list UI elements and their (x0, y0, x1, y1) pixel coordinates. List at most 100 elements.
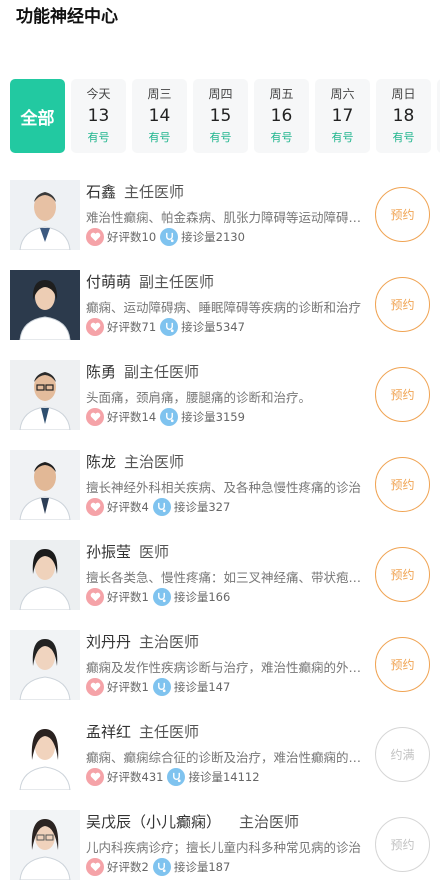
date-filter: 全部 今天 13 有号 周三 14 有号 周四 15 有号 周五 16 有号 周… (10, 79, 440, 154)
availability-label: 有号 (148, 131, 171, 144)
doctor-stats: 好评数1 接诊量166 (86, 588, 230, 606)
doctor-avatar (10, 720, 80, 790)
doctor-avatar (10, 450, 80, 520)
review-count: 好评数431 (107, 770, 164, 784)
doctor-specialty: 头面痛，颈肩痛，腰腿痛的诊断和治疗。 (86, 390, 312, 405)
doctor-row[interactable]: 陈龙 主治医师 擅长神经外科相关疾病、及各种急慢性疼痛的诊治 好评数4 接诊量32… (0, 440, 440, 530)
full-button[interactable]: 约满 (375, 727, 430, 782)
doctor-stats: 好评数4 接诊量327 (86, 498, 230, 516)
weekday-label: 周日 (391, 87, 416, 101)
weekday-label: 周三 (147, 87, 172, 101)
visit-count: 接诊量2130 (181, 230, 245, 244)
doctor-avatar (10, 630, 80, 700)
doctor-row[interactable]: 付萌萌 副主任医师 癫痫、运动障碍病、睡眠障碍等疾病的诊断和治疗 好评数71 接诊… (0, 260, 440, 350)
doctor-name: 石鑫 (86, 183, 117, 201)
book-button[interactable]: 预约 (375, 277, 430, 332)
weekday-label: 周六 (330, 87, 355, 101)
heart-icon (86, 858, 104, 876)
doctor-title: 主治医师 (139, 633, 200, 651)
doctor-title: 副主任医师 (124, 363, 200, 381)
date-tab-1[interactable]: 周三 14 有号 (132, 79, 187, 153)
book-button[interactable]: 预约 (375, 367, 430, 422)
availability-label: 有号 (392, 131, 415, 144)
date-number: 14 (148, 106, 171, 126)
review-count: 好评数71 (107, 320, 157, 334)
visit-count: 接诊量14112 (188, 770, 260, 784)
date-tab-all[interactable]: 全部 (10, 79, 65, 153)
stethoscope-icon (152, 498, 171, 516)
doctor-title: 医师 (139, 543, 170, 561)
book-button[interactable]: 预约 (375, 187, 430, 242)
doctor-avatar (10, 360, 80, 430)
book-button[interactable]: 预约 (375, 817, 430, 872)
doctor-name: 孙振莹 (86, 543, 132, 561)
doctor-name: 陈龙 (86, 453, 117, 471)
visit-count: 接诊量166 (173, 590, 231, 604)
doctor-avatar (10, 540, 80, 610)
review-count: 好评数10 (107, 230, 157, 244)
doctor-row[interactable]: 刘丹丹 主治医师 癫痫及发作性疾病诊断与治疗，难治性癫痫的外科治疗 好评数1 接诊… (0, 620, 440, 710)
doctor-name: 刘丹丹 (86, 633, 132, 651)
weekday-label: 今天 (86, 87, 111, 101)
doctor-title: 主任医师 (124, 183, 185, 201)
doctor-title: 副主任医师 (139, 273, 215, 291)
doctor-row[interactable]: 孟祥红 主任医师 癫痫、癫痫综合征的诊断及治疗，难治性癫痫的治疗 好评数431 接… (0, 710, 440, 800)
date-number: 17 (331, 106, 354, 126)
doctor-row[interactable]: 陈勇 副主任医师 头面痛，颈肩痛，腰腿痛的诊断和治疗。 好评数14 接诊量3159… (0, 350, 440, 440)
visit-count: 接诊量327 (173, 500, 231, 514)
heart-icon (86, 678, 104, 696)
book-button[interactable]: 预约 (375, 457, 430, 512)
doctor-specialty: 癫痫、癫痫综合征的诊断及治疗，难治性癫痫的治疗 (86, 750, 362, 765)
stethoscope-icon (160, 318, 179, 336)
date-tab-3[interactable]: 周五 16 有号 (254, 79, 309, 153)
page-title: 功能神经中心 (16, 7, 118, 27)
doctor-specialty: 擅长神经外科相关疾病、及各种急慢性疼痛的诊治 (86, 480, 362, 495)
doctor-list: 石鑫 主任医师 难治性癫痫、帕金森病、肌张力障碍等运动障碍疾病 好评数10 接诊量… (0, 170, 440, 890)
doctor-title: 主治医师 (124, 453, 185, 471)
review-count: 好评数14 (107, 410, 157, 424)
doctor-stats: 好评数14 接诊量3159 (86, 408, 245, 426)
availability-label: 有号 (331, 131, 354, 144)
review-count: 好评数1 (107, 680, 149, 694)
doctor-title: 主治医师 (239, 813, 300, 831)
doctor-row[interactable]: 石鑫 主任医师 难治性癫痫、帕金森病、肌张力障碍等运动障碍疾病 好评数10 接诊量… (0, 170, 440, 260)
book-button[interactable]: 预约 (375, 547, 430, 602)
date-tab-4[interactable]: 周六 17 有号 (315, 79, 370, 153)
date-tab-5[interactable]: 周日 18 有号 (376, 79, 431, 153)
doctor-title: 主任医师 (139, 723, 200, 741)
doctor-stats: 好评数10 接诊量2130 (86, 228, 245, 246)
doctor-stats: 好评数431 接诊量14112 (86, 768, 260, 786)
review-count: 好评数1 (107, 590, 149, 604)
date-number: 15 (209, 106, 232, 126)
availability-label: 有号 (270, 131, 293, 144)
doctor-stats: 好评数2 接诊量187 (86, 858, 230, 876)
doctor-row[interactable]: 孙振莹医师 擅长各类急、慢性疼痛：如三叉神经痛、带状疱疹后神经痛 好评数1 接诊… (0, 530, 440, 620)
stethoscope-icon (152, 588, 171, 606)
date-tab-2[interactable]: 周四 15 有号 (193, 79, 248, 153)
doctor-stats: 好评数1 接诊量147 (86, 678, 230, 696)
heart-icon (86, 408, 104, 426)
stethoscope-icon (152, 858, 171, 876)
heart-icon (86, 318, 104, 336)
heart-icon (86, 498, 104, 516)
doctor-specialty: 擅长各类急、慢性疼痛：如三叉神经痛、带状疱疹后神经痛 (86, 570, 362, 585)
availability-label: 有号 (209, 131, 232, 144)
stethoscope-icon (160, 228, 179, 246)
doctor-name: 孟祥红 (86, 723, 132, 741)
date-tab-0[interactable]: 今天 13 有号 (71, 79, 126, 153)
review-count: 好评数4 (107, 500, 149, 514)
weekday-label: 周四 (208, 87, 233, 101)
visit-count: 接诊量147 (173, 680, 231, 694)
review-count: 好评数2 (107, 860, 149, 874)
doctor-name: 吴戊辰（小儿癫痫） (86, 813, 222, 831)
visit-count: 接诊量5347 (181, 320, 245, 334)
doctor-specialty: 癫痫、运动障碍病、睡眠障碍等疾病的诊断和治疗 (86, 300, 362, 315)
doctor-specialty: 难治性癫痫、帕金森病、肌张力障碍等运动障碍疾病 (86, 210, 362, 225)
doctor-name: 陈勇 (86, 363, 117, 381)
doctor-specialty: 儿内科疾病诊疗；擅长儿童内科多种常见病的诊治 (86, 840, 362, 855)
weekday-label: 周五 (269, 87, 294, 101)
doctor-stats: 好评数71 接诊量5347 (86, 318, 245, 336)
doctor-avatar (10, 270, 80, 340)
doctor-row[interactable]: 吴戊辰（小儿癫痫） 主治医师 儿内科疾病诊疗；擅长儿童内科多种常见病的诊治 好评数… (0, 800, 440, 890)
book-button[interactable]: 预约 (375, 637, 430, 692)
